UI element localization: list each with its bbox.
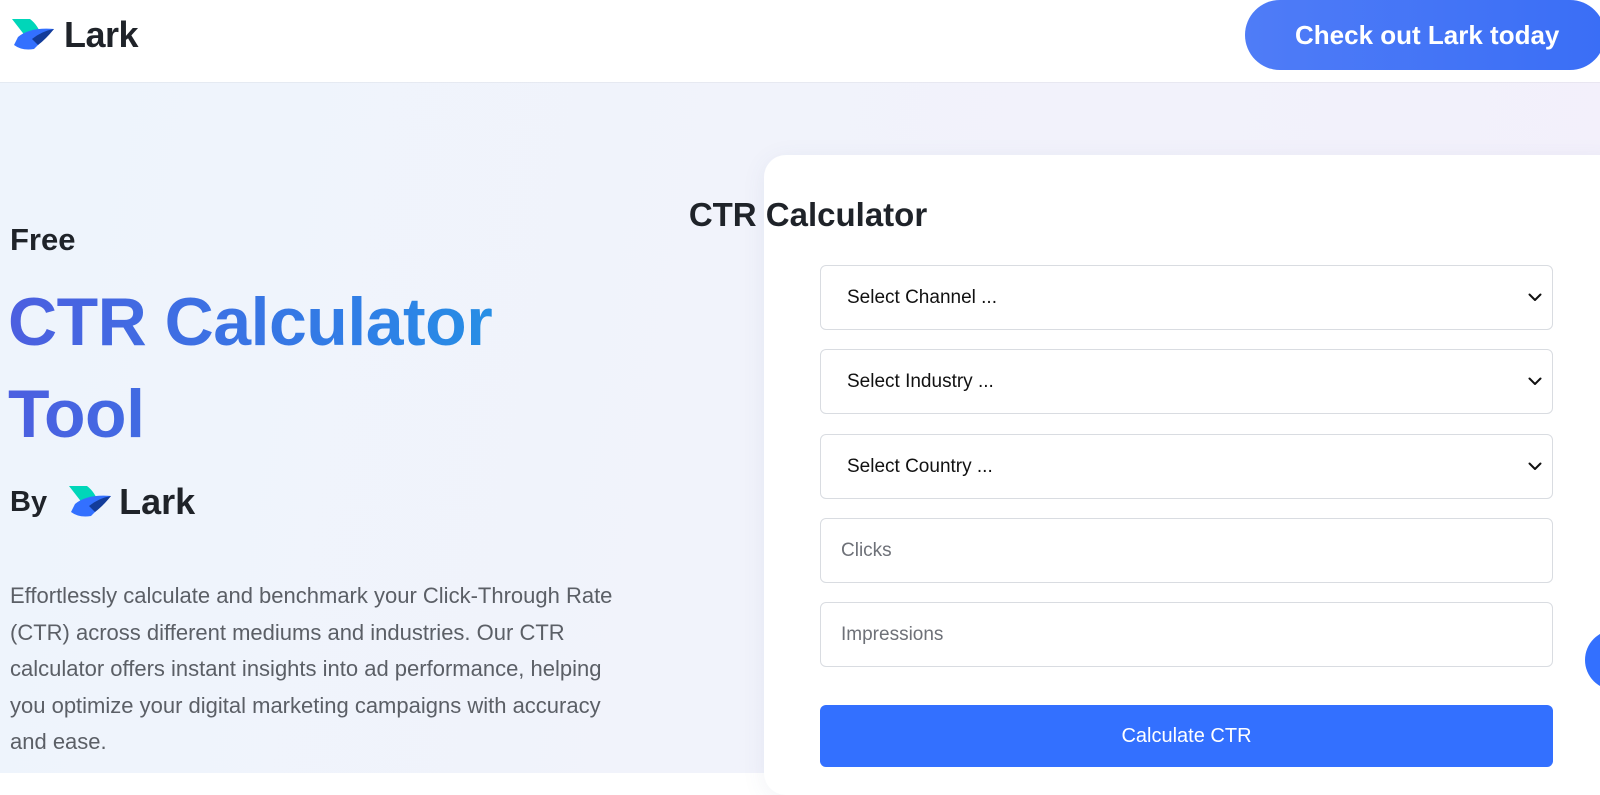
country-select[interactable]: Select Country ... [820,434,1553,499]
lark-logo-icon [12,19,54,50]
impressions-input[interactable] [820,602,1553,667]
country-select-value: Select Country ... [847,455,993,477]
channel-select-value: Select Channel ... [847,286,997,308]
by-lark-logo: Lark [65,481,195,523]
page-title: CTR Calculator Tool [8,276,608,460]
by-label: By [10,485,48,518]
hero-eyebrow: Free [10,222,76,257]
industry-select[interactable]: Select Industry ... [820,349,1553,414]
chevron-down-icon [1526,458,1544,476]
lark-logo-link[interactable]: Lark [8,14,139,56]
industry-select-value: Select Industry ... [847,370,994,392]
title-line-2: Tool [8,376,145,452]
title-line-1: CTR Calculator [8,284,493,360]
byline: By Lark [10,478,195,526]
top-navigation: Lark Check out Lark today [0,0,1600,82]
chevron-down-icon [1526,289,1544,307]
chevron-down-icon [1526,373,1544,391]
lark-logo-icon [69,486,112,517]
channel-select[interactable]: Select Channel ... [820,265,1553,330]
clicks-input[interactable] [820,518,1553,583]
hero-description: Effortlessly calculate and benchmark you… [10,583,613,754]
calculate-ctr-button[interactable]: Calculate CTR [820,705,1553,767]
check-out-lark-button[interactable]: Check out Lark today [1245,0,1600,70]
logo-text: Lark [64,14,139,55]
by-logo-text: Lark [119,481,196,522]
